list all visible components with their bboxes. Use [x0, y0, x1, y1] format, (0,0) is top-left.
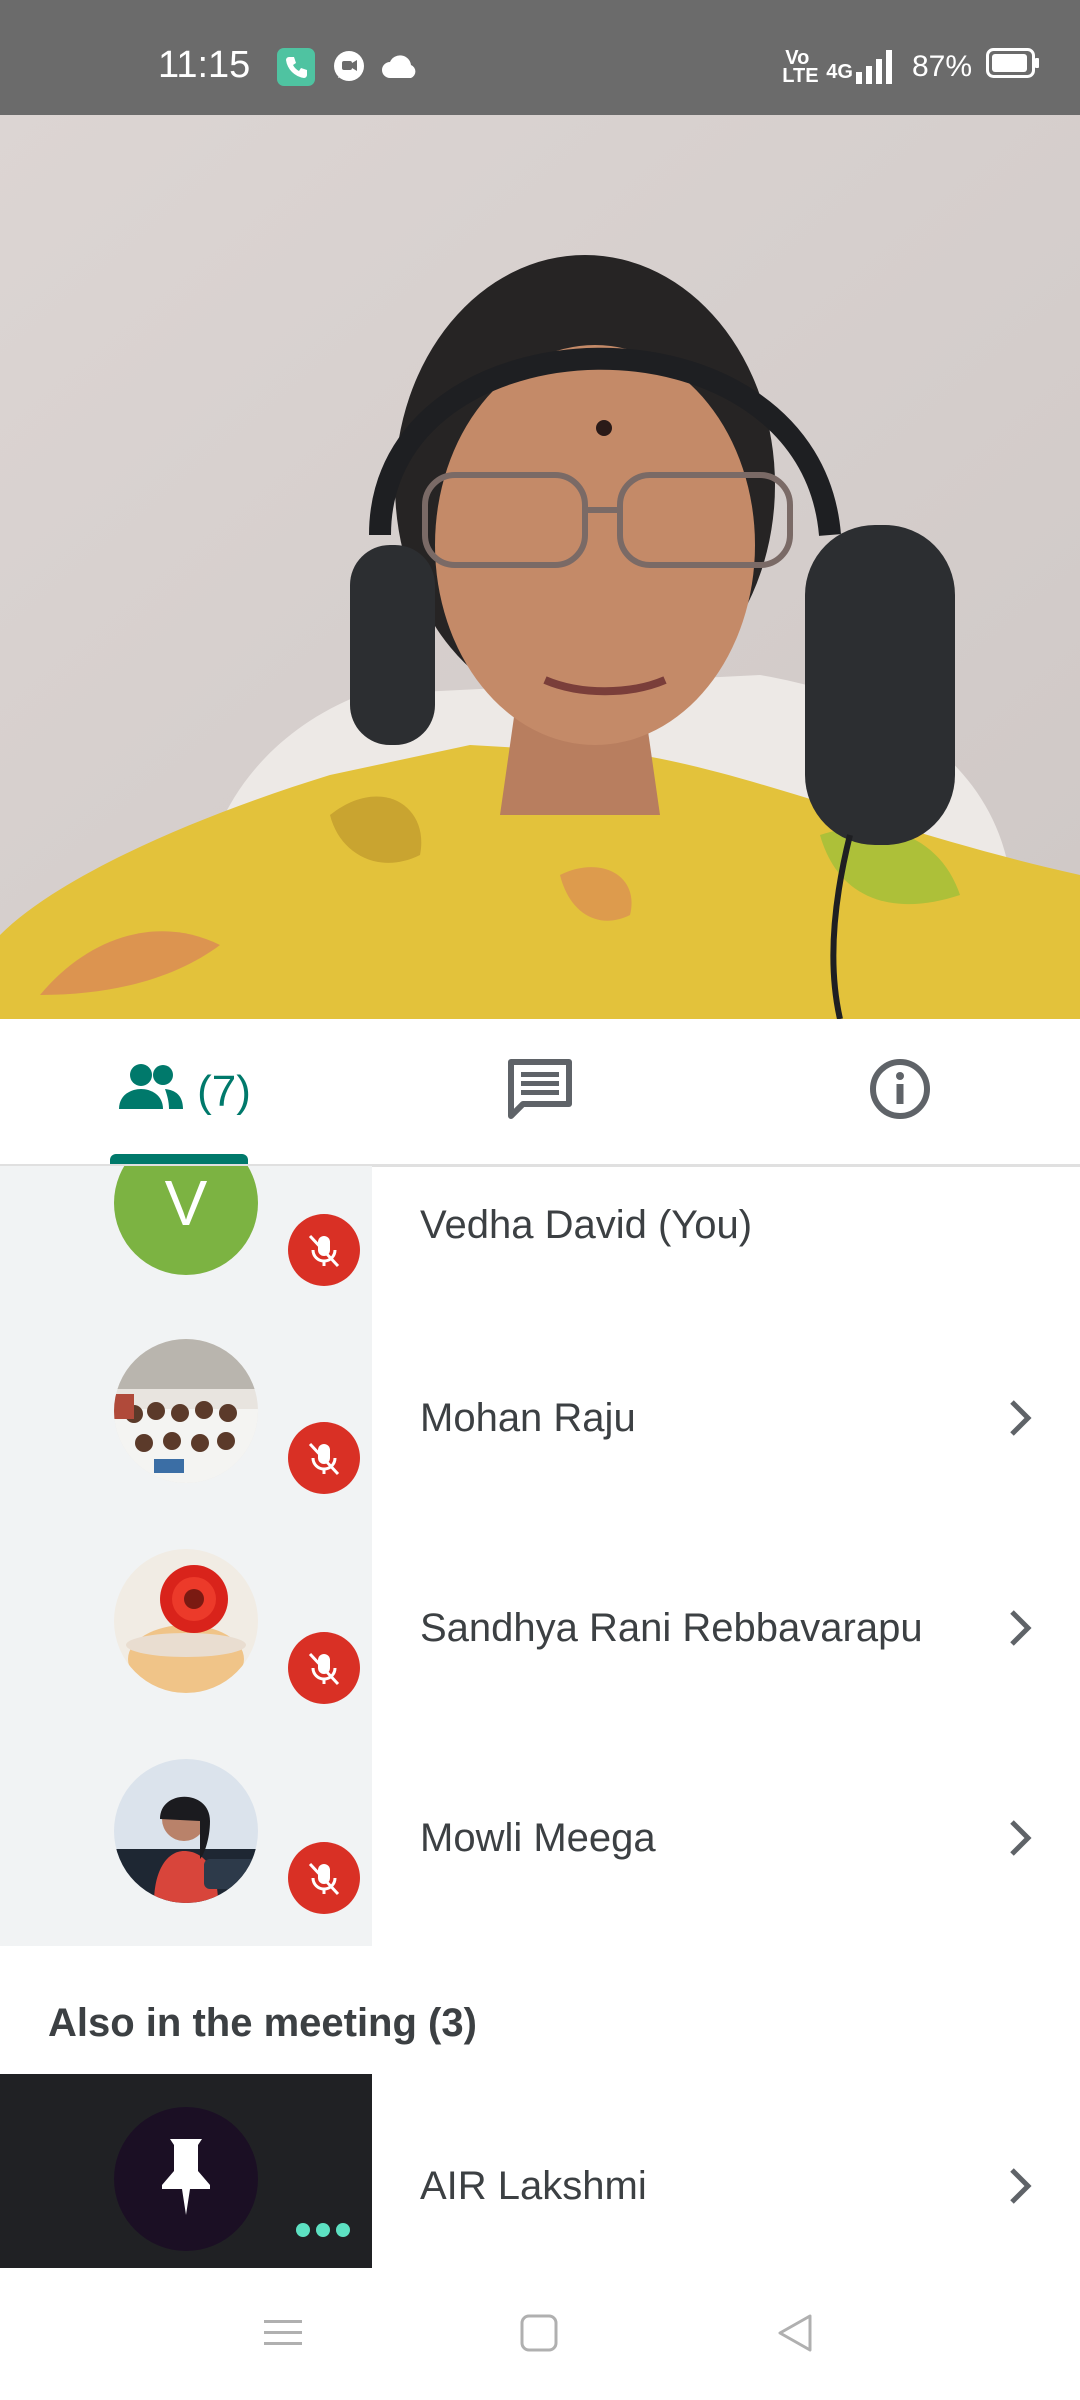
- chevron-right-icon[interactable]: [1000, 2162, 1040, 2215]
- volte-icon: Vo LTE: [782, 47, 819, 87]
- home-icon[interactable]: [518, 2312, 560, 2359]
- tab-info[interactable]: [860, 1019, 940, 1164]
- participant-list[interactable]: V Vedha David (You) Mohan Raju Sandhya R…: [0, 1166, 1080, 2268]
- tab-people[interactable]: (7): [100, 1019, 270, 1164]
- main-video-feed[interactable]: [0, 115, 1080, 1019]
- battery-icon: [986, 48, 1040, 86]
- participant-row[interactable]: V Vedha David (You): [0, 1166, 1080, 1316]
- chevron-right-icon[interactable]: [1000, 1604, 1040, 1657]
- signal-icon: 4G: [826, 50, 898, 84]
- people-count: (7): [197, 1066, 251, 1116]
- muted-mic-icon: [288, 1632, 360, 1704]
- speaker-video-image: [0, 115, 1080, 1019]
- tab-chat[interactable]: [500, 1019, 580, 1164]
- avatar: [114, 1339, 258, 1483]
- participant-tile: [0, 1526, 372, 1736]
- also-in-meeting-title: Also in the meeting (3): [48, 2001, 477, 2045]
- participant-tile: [0, 1316, 372, 1526]
- chevron-right-icon[interactable]: [1000, 1394, 1040, 1447]
- participant-name: AIR Lakshmi: [420, 2164, 647, 2208]
- muted-mic-icon: [288, 1214, 360, 1286]
- participant-row[interactable]: Mohan Raju: [0, 1316, 1080, 1526]
- participant-row[interactable]: Mowli Meega: [0, 1736, 1080, 1946]
- participant-name: Vedha David (You): [420, 1203, 753, 1247]
- chat-bubble-icon: [330, 48, 368, 91]
- avatar: [114, 2107, 258, 2251]
- status-time: 11:15: [158, 44, 251, 86]
- signal-type-label: 4G: [826, 61, 853, 83]
- chat-icon: [507, 1058, 573, 1125]
- participant-tile: [0, 1736, 372, 1946]
- participant-name: Mowli Meega: [420, 1816, 656, 1860]
- participant-name: Sandhya Rani Rebbavarapu: [420, 1606, 923, 1650]
- participant-name: Mohan Raju: [420, 1396, 636, 1440]
- muted-mic-icon: [288, 1422, 360, 1494]
- avatar: [114, 1759, 258, 1903]
- info-icon: [869, 1058, 931, 1125]
- status-bar: 11:15 Vo LTE 4G 87%: [0, 0, 1080, 115]
- muted-mic-icon: [288, 1842, 360, 1914]
- system-nav-bar: [0, 2268, 1080, 2400]
- chevron-right-icon[interactable]: [1000, 1814, 1040, 1867]
- tab-selected-indicator: [110, 1154, 248, 1164]
- pin-icon: [154, 2135, 218, 2224]
- status-right: Vo LTE 4G 87%: [782, 48, 1040, 86]
- avatar: V: [114, 1166, 258, 1275]
- more-dots-icon: [295, 2222, 351, 2243]
- participant-row[interactable]: Sandhya Rani Rebbavarapu: [0, 1526, 1080, 1736]
- battery-percent: 87%: [911, 50, 972, 83]
- menu-icon[interactable]: [262, 2312, 304, 2359]
- avatar: [114, 1549, 258, 1693]
- back-icon[interactable]: [774, 2312, 816, 2359]
- phone-call-icon: [277, 48, 315, 91]
- participant-row[interactable]: AIR Lakshmi: [0, 2074, 1080, 2268]
- people-icon: [119, 1061, 184, 1122]
- panel-tabs: (7): [0, 1019, 1080, 1167]
- participant-tile: V: [0, 1166, 372, 1316]
- participant-tile: [0, 2074, 372, 2268]
- avatar-initial: V: [164, 1167, 208, 1239]
- cloud-icon: [380, 48, 420, 91]
